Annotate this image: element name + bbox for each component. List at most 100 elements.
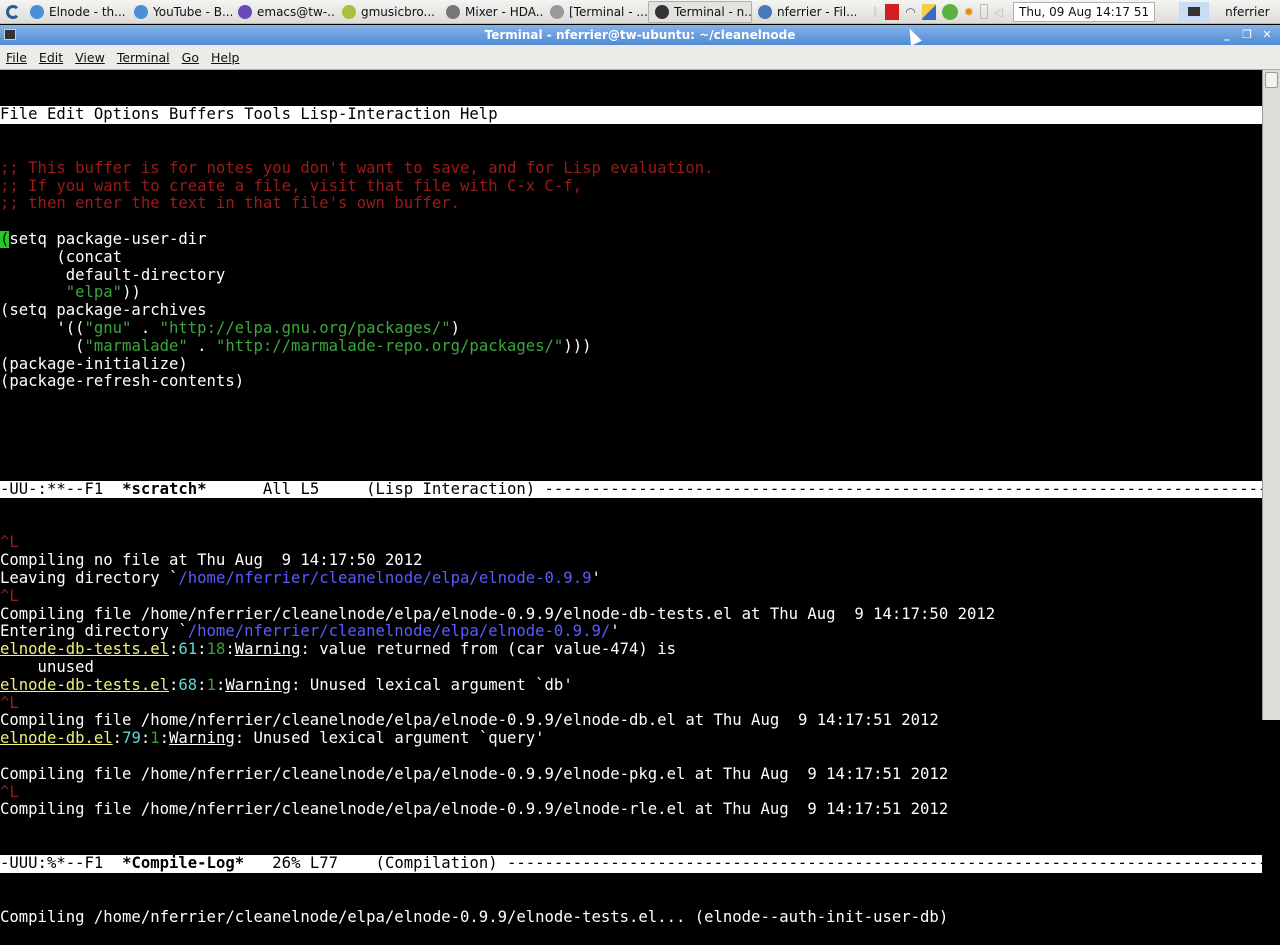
taskbar-item[interactable]: Terminal - n...	[648, 0, 752, 23]
log-line: Compiling file /home/nferrier/cleanelnod…	[0, 606, 1262, 624]
user-name[interactable]: nferrier	[1225, 5, 1270, 19]
text: : Unused lexical argument `db'	[291, 676, 573, 694]
text: (concat	[0, 248, 123, 266]
taskbar-item[interactable]: [Terminal - ...	[544, 1, 648, 23]
text: :	[169, 676, 179, 694]
bluetooth-icon[interactable]: ᛒ	[872, 5, 879, 19]
file-link[interactable]: elnode-db-tests.el	[0, 641, 169, 658]
log-line: elnode-db-tests.el:68:1:Warning: Unused …	[0, 677, 1262, 695]
page-break: ^L	[0, 587, 19, 605]
file-link[interactable]: elnode-db.el	[0, 730, 113, 747]
code-line: '(("gnu" . "http://elpa.gnu.org/packages…	[0, 320, 1262, 338]
text: :	[215, 676, 226, 694]
code-line: (package-initialize)	[0, 356, 1262, 374]
text: setq package-user-dir	[9, 230, 207, 248]
wifi-icon[interactable]: ◠	[905, 5, 915, 19]
menu-help[interactable]: Help	[205, 50, 246, 65]
menu-terminal[interactable]: Terminal	[111, 50, 176, 65]
text: default-directory	[0, 266, 226, 284]
emacs-terminal[interactable]: File Edit Options Buffers Tools Lisp-Int…	[0, 70, 1262, 926]
column-number: 18	[206, 641, 226, 659]
taskbar-item-label: Elnode - th...	[49, 4, 126, 19]
buffer-name: *scratch*	[122, 480, 207, 498]
text: .	[131, 319, 160, 337]
line-number: 79	[122, 730, 141, 748]
directory-link[interactable]: /home/nferrier/cleanelnode/elpa/elnode-0…	[188, 623, 610, 640]
menu-go[interactable]: Go	[176, 50, 205, 65]
taskbar-item[interactable]: Elnode - th...	[24, 1, 128, 23]
menu-view[interactable]: View	[69, 50, 111, 65]
update-icon[interactable]	[941, 3, 958, 20]
comment: ;; then enter the text in that file's ow…	[0, 195, 461, 213]
taskbar-item-label: [Terminal - ...	[569, 4, 648, 19]
page-break: ^L	[0, 534, 19, 552]
battery-icon[interactable]	[979, 4, 988, 19]
compile-log-buffer[interactable]: ^L Compiling no file at Thu Aug 9 14:17:5…	[0, 534, 1262, 819]
text: ))	[122, 284, 141, 302]
text: Leaving directory `	[0, 569, 179, 587]
minimize-button[interactable]: _	[1219, 28, 1235, 42]
directory-link[interactable]: /home/nferrier/cleanelnode/elpa/elnode-0…	[178, 570, 591, 587]
column-number: 1	[150, 730, 160, 748]
text: (package-initialize)	[0, 355, 188, 373]
task-list: Elnode - th... YouTube - B... emacs@tw-...…	[24, 0, 856, 23]
text: (	[0, 337, 85, 355]
log-line: elnode-db.el:79:1:Warning: Unused lexica…	[0, 730, 1262, 748]
log-line: ^L	[0, 784, 1262, 802]
app-icon	[758, 4, 772, 19]
warning-label: Warning	[234, 641, 301, 659]
scrollbar-thumb[interactable]	[1265, 72, 1278, 88]
taskbar: Elnode - th... YouTube - B... emacs@tw-...…	[0, 0, 1280, 24]
text: '	[610, 623, 620, 641]
taskbar-item[interactable]: nferrier - Fil...	[752, 1, 856, 23]
taskbar-item-label: emacs@tw-...	[257, 4, 336, 19]
file-link[interactable]: elnode-db-tests.el	[0, 677, 169, 694]
app-icon	[446, 4, 460, 19]
taskbar-item[interactable]: gmusicbro...	[336, 1, 440, 23]
network-icon[interactable]	[921, 3, 936, 20]
menu-file[interactable]: File	[0, 50, 33, 65]
menu-edit[interactable]: Edit	[33, 50, 69, 65]
log-line: Compiling file /home/nferrier/cleanelnod…	[0, 766, 1262, 784]
maximize-button[interactable]: ❐	[1239, 28, 1255, 42]
mode-line-compile-log: -UUU:%*--F1 *Compile-Log* 26% L77 (Compi…	[0, 855, 1262, 873]
text: All L5 (Lisp Interaction) --------------…	[206, 480, 1262, 498]
code-line: (setq package-archives	[0, 302, 1262, 320]
system-tray: ᛒ ◠ ✹ ◁	[872, 3, 1003, 20]
text: Compiling file /home/nferrier/cleanelnod…	[0, 605, 996, 623]
text: (package-refresh-contents)	[0, 373, 245, 391]
log-line: Compiling file /home/nferrier/cleanelnod…	[0, 801, 1262, 819]
taskbar-item[interactable]: YouTube - B...	[128, 1, 232, 23]
text	[0, 284, 66, 301]
close-button[interactable]: ✕	[1259, 28, 1275, 42]
taskbar-item[interactable]: Mixer - HDA...	[440, 1, 544, 23]
volume-icon[interactable]: ◁	[994, 5, 1003, 19]
taskbar-item-label: nferrier - Fil...	[777, 4, 856, 19]
text: (setq package-archives	[0, 302, 207, 320]
minibuffer[interactable]: Compiling /home/nferrier/cleanelnode/elp…	[0, 909, 1262, 927]
app-menu-icon[interactable]	[6, 4, 20, 19]
line-number: 61	[178, 641, 198, 659]
code-line: "elpa"))	[0, 284, 1262, 302]
comment: ;; This buffer is for notes you don't wa…	[0, 159, 714, 177]
taskbar-item[interactable]: emacs@tw-...	[232, 1, 336, 23]
scrollbar[interactable]	[1262, 70, 1280, 720]
app-icon	[134, 4, 148, 19]
clock[interactable]: Thu, 09 Aug 14:17 51	[1012, 1, 1156, 22]
taskbar-item-label: Terminal - n...	[674, 4, 752, 19]
log-line: Compiling no file at Thu Aug 9 14:17:50 …	[0, 552, 1262, 570]
text: unused	[0, 658, 94, 676]
weather-icon[interactable]: ✹	[964, 5, 974, 19]
log-line: elnode-db-tests.el:61:18:Warning: value …	[0, 641, 1262, 659]
text: Compiling file /home/nferrier/cleanelnod…	[0, 712, 939, 730]
scratch-buffer[interactable]: ;; This buffer is for notes you don't wa…	[0, 160, 1262, 445]
record-icon[interactable]	[885, 3, 900, 20]
buffer-name: *Compile-Log*	[122, 855, 245, 873]
emacs-menubar[interactable]: File Edit Options Buffers Tools Lisp-Int…	[0, 106, 1262, 124]
show-desktop-button[interactable]	[1179, 1, 1210, 22]
window-titlebar[interactable]: Terminal - nferrier@tw-ubuntu: ~/cleanel…	[0, 25, 1280, 45]
text: )	[450, 319, 461, 337]
